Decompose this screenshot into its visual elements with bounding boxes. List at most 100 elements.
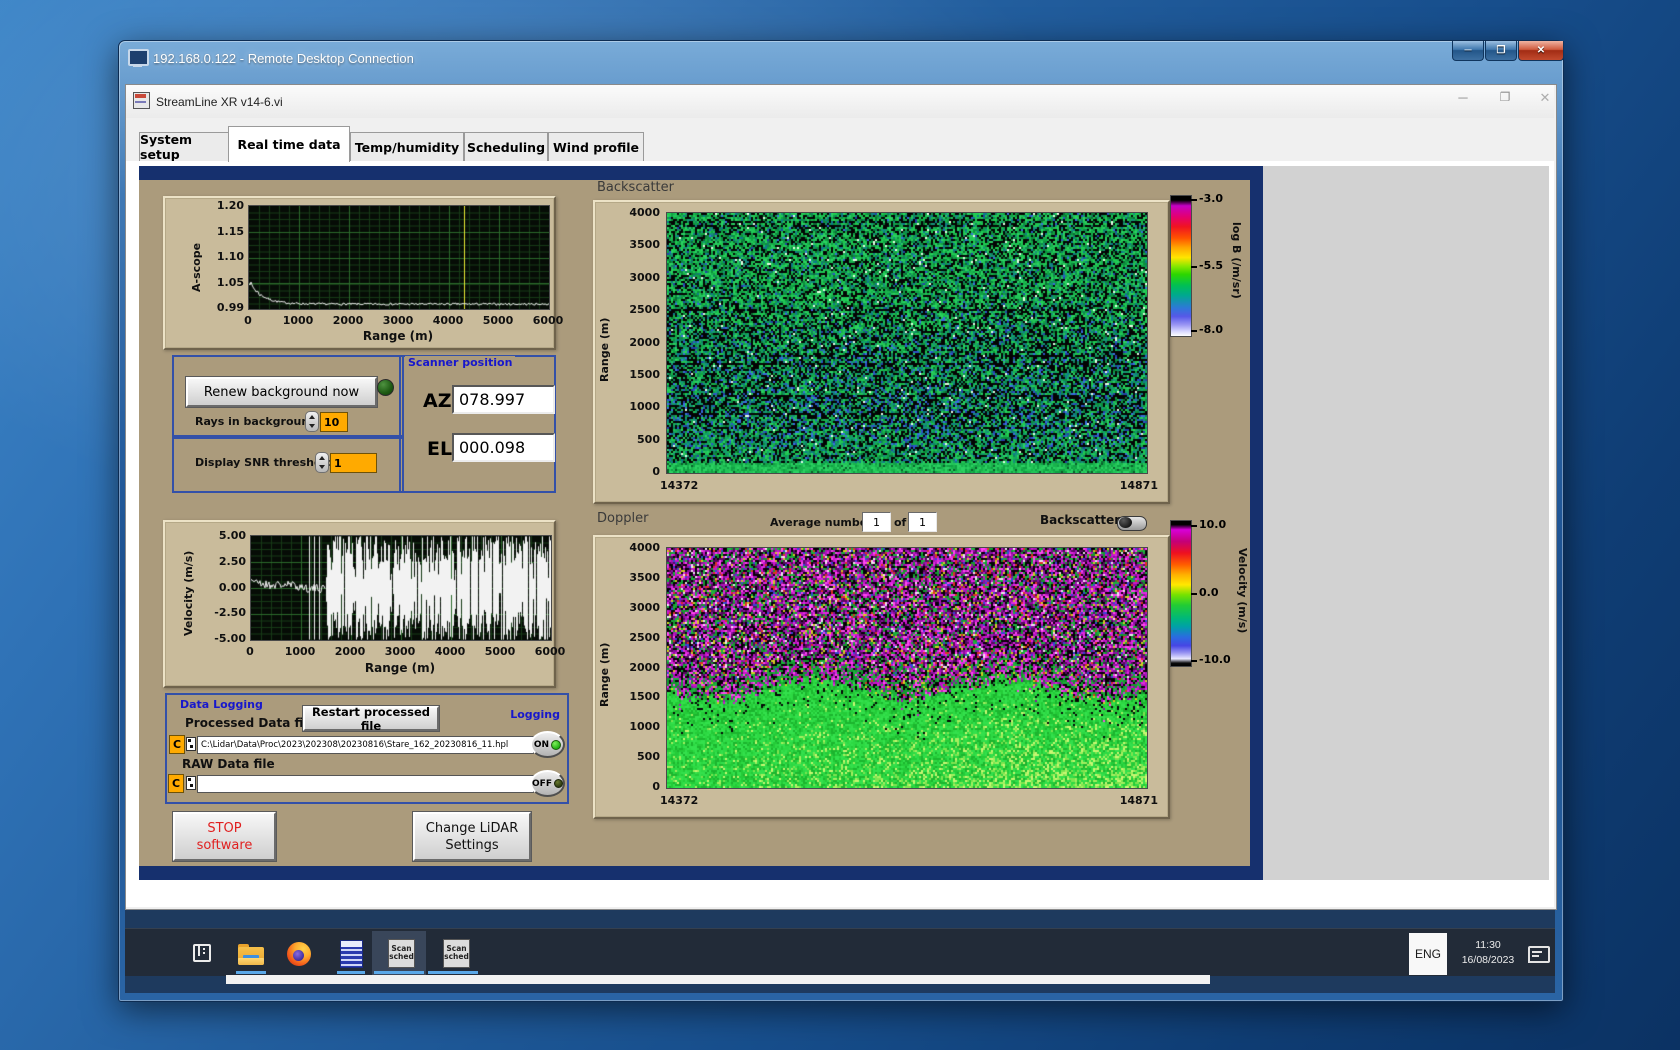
taskbar-clock[interactable]: 11:30 16/08/2023	[1450, 938, 1526, 968]
ascope-plot[interactable]	[248, 205, 550, 310]
app-close-button[interactable]: ✕	[1530, 90, 1560, 108]
processed-drive-box[interactable]: C	[169, 735, 185, 754]
processed-path-type-icon[interactable]	[186, 737, 196, 751]
taskbar-underline	[337, 971, 365, 974]
firefox-icon[interactable]	[287, 942, 311, 966]
backscatter-colorbar-label: log B (/m/sr)	[1230, 222, 1243, 299]
scan-sched-icon-1[interactable]: Scan sched	[388, 939, 415, 968]
xtick-end: 14871	[1119, 794, 1158, 807]
rdp-window-title: 192.168.0.122 - Remote Desktop Connectio…	[153, 51, 414, 66]
doppler-xticks: 14372 14871	[660, 794, 1158, 807]
tab-label: Wind profile	[553, 139, 639, 155]
xtick-start: 14372	[660, 794, 699, 807]
ytick: 3000	[629, 600, 660, 614]
average-total-value[interactable]: 1	[908, 512, 937, 532]
renew-background-button[interactable]: Renew background now	[185, 376, 378, 408]
ytick: 1.05	[216, 275, 244, 289]
minimize-button[interactable]: ─	[1452, 41, 1484, 61]
ytick: 1.20	[216, 199, 244, 212]
ytick: 3500	[629, 238, 660, 252]
spin-down-icon[interactable]	[309, 424, 315, 429]
backscatter-ylabel: Range (m)	[598, 317, 611, 382]
doppler-yticks: 4000 3500 3000 2500 2000 1500 1000 500 0	[614, 541, 660, 793]
average-number-value[interactable]: 1	[862, 512, 891, 532]
host-taskbar-strip	[226, 975, 1210, 984]
backscatter-toggle[interactable]	[1117, 516, 1147, 531]
el-value[interactable]: 000.098	[452, 433, 555, 462]
colorbar-tick-label: 10.0	[1199, 518, 1227, 531]
raw-path-field[interactable]	[197, 775, 534, 793]
doppler-colorbar	[1170, 520, 1192, 667]
colorbar-tick	[1191, 525, 1197, 527]
xtick: 0	[246, 645, 254, 658]
document-app-icon[interactable]	[340, 940, 363, 968]
stop-button-text: STOP software	[197, 820, 253, 854]
rays-value[interactable]: 10	[320, 412, 348, 432]
app-titlebar	[126, 85, 1554, 118]
ytick: 5.00	[218, 529, 246, 542]
velocity-plot-area[interactable]	[250, 535, 552, 641]
spin-up-icon[interactable]	[309, 414, 315, 419]
folder-front	[238, 958, 264, 965]
tab-real-time-data[interactable]: Real time data	[228, 126, 350, 162]
file-explorer-icon[interactable]	[238, 944, 264, 966]
xtick-start: 14372	[660, 479, 699, 492]
ytick: 3000	[629, 270, 660, 284]
az-value[interactable]: 078.997	[452, 385, 555, 414]
tab-temp-humidity[interactable]: Temp/humidity	[350, 132, 464, 161]
backscatter-title: Backscatter	[597, 180, 674, 195]
spin-down-icon[interactable]	[319, 465, 325, 470]
processed-path-field[interactable]: C:\Lidar\Data\Proc\2023\202308\20230816\…	[197, 736, 534, 754]
tab-scheduling[interactable]: Scheduling	[464, 132, 548, 161]
processed-logging-toggle[interactable]: ON	[530, 731, 565, 758]
snr-label: Display SNR threshold	[195, 456, 334, 469]
close-button[interactable]: ✕	[1518, 41, 1564, 61]
taskbar-underline	[374, 971, 424, 974]
app-restore-button[interactable]: ❐	[1490, 90, 1520, 108]
ytick: -2.50	[214, 606, 246, 620]
tab-system-setup[interactable]: System setup	[139, 132, 229, 162]
az-label: AZ	[423, 390, 452, 412]
doppler-colorbar-label: Velocity (m/s)	[1236, 548, 1249, 634]
raw-path-type-icon[interactable]	[186, 776, 196, 790]
change-line1: Change LiDAR	[425, 820, 519, 836]
scanner-box	[399, 355, 556, 493]
velocity-yticks: 5.00 2.50 0.00 -2.50 -5.00	[198, 529, 246, 645]
tab-label: Real time data	[237, 137, 341, 152]
language-indicator[interactable]: ENG	[1409, 933, 1447, 975]
notification-line	[1532, 955, 1539, 957]
xtick: 3000	[384, 645, 416, 658]
doppler-heatmap[interactable]	[666, 547, 1148, 789]
ytick: 4000	[629, 206, 660, 219]
scan-sched-icon-2[interactable]: Scan sched	[443, 939, 470, 968]
backscatter-colorbar	[1170, 195, 1192, 337]
maximize-button[interactable]: ❐	[1485, 41, 1517, 61]
snr-value[interactable]: 1	[330, 453, 377, 473]
notification-line	[1532, 951, 1542, 953]
change-lidar-settings-button[interactable]: Change LiDAR Settings	[412, 811, 532, 862]
ytick: 1.15	[216, 224, 244, 238]
toggle-on-led	[551, 739, 562, 750]
ytick: 1000	[629, 400, 660, 414]
stop-software-button[interactable]: STOP software	[172, 811, 277, 862]
raw-logging-toggle[interactable]: OFF	[530, 770, 565, 797]
restart-processed-file-button[interactable]: Restart processed file	[302, 705, 440, 733]
notification-center-icon[interactable]	[1528, 946, 1550, 963]
ascope-xlabel: Range (m)	[362, 329, 434, 343]
rays-spinner[interactable]	[305, 411, 319, 432]
snr-spinner[interactable]	[315, 452, 329, 473]
toggle-knob[interactable]	[1119, 517, 1132, 528]
tab-wind-profile[interactable]: Wind profile	[548, 132, 644, 161]
backscatter-heatmap[interactable]	[666, 212, 1148, 474]
ascope-xticks: 0 1000 2000 3000 4000 5000 6000	[231, 314, 565, 327]
desktop: 192.168.0.122 - Remote Desktop Connectio…	[0, 0, 1680, 1050]
ytick: 0.99	[216, 301, 244, 314]
ytick: 500	[637, 750, 660, 764]
task-view-icon[interactable]	[192, 943, 212, 963]
raw-drive-box[interactable]: C	[168, 774, 184, 793]
toggle-off-label: OFF	[532, 778, 552, 789]
spin-up-icon[interactable]	[319, 455, 325, 460]
app-minimize-button[interactable]: ─	[1448, 90, 1478, 108]
backscatter-toggle-label: Backscatter	[1040, 513, 1121, 527]
colorbar-tick-label: 0.0	[1199, 586, 1219, 599]
